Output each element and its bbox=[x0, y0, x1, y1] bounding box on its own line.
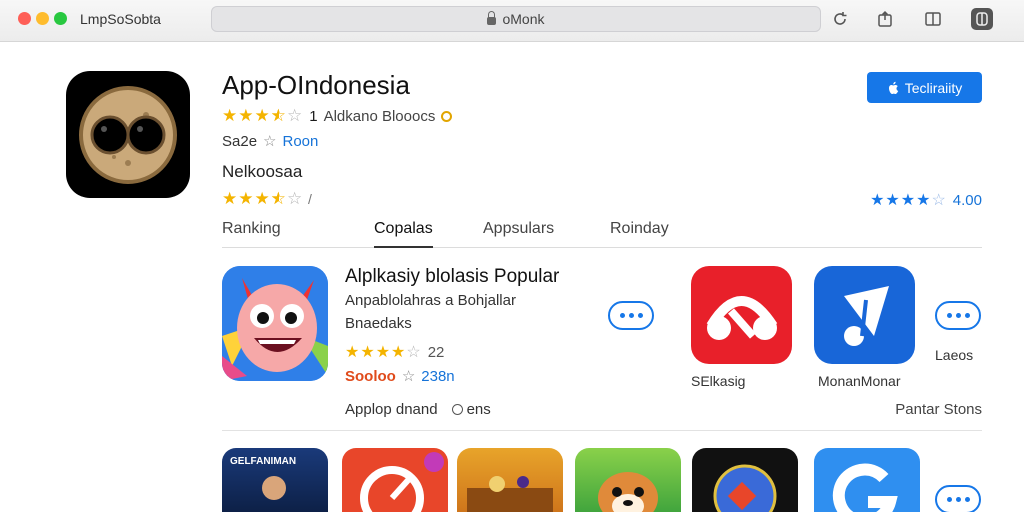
app-rating-row-2: ★★★☆★☆ / bbox=[222, 189, 312, 209]
featured-app-icon[interactable] bbox=[222, 266, 328, 381]
section-title: Alplkasiy blolasis Popular bbox=[345, 266, 560, 287]
gauge-icon bbox=[360, 452, 444, 512]
owl-face-icon bbox=[79, 86, 177, 184]
bottom-mid-text: ens bbox=[466, 401, 491, 418]
see-all-link[interactable]: Pantar Stons bbox=[895, 401, 982, 418]
star-outline-icon: ☆ bbox=[401, 368, 416, 385]
person-icon bbox=[262, 476, 286, 500]
tab-roinday[interactable]: Roinday bbox=[610, 220, 669, 246]
bottom-left-link[interactable]: Applop dnand bbox=[345, 401, 438, 418]
lock-icon bbox=[487, 11, 497, 25]
address-text: oMonk bbox=[502, 11, 545, 27]
section-subtitle-2: Bnaedaks bbox=[345, 315, 412, 332]
tab-copalas[interactable]: Copalas bbox=[374, 220, 433, 248]
reload-button[interactable] bbox=[829, 8, 851, 30]
rating-suffix: / bbox=[307, 191, 312, 207]
share-icon bbox=[878, 10, 892, 27]
address-bar[interactable]: oMonk bbox=[211, 6, 821, 32]
section-subtitle: Anpablolahras a Bohjallar bbox=[345, 292, 516, 309]
featured-price-blue: 238n bbox=[421, 367, 455, 385]
lower-app-tile-3[interactable] bbox=[457, 448, 563, 512]
section-divider bbox=[222, 430, 982, 431]
price-text: Sa2e bbox=[222, 132, 258, 150]
lower-app-tile-6[interactable] bbox=[814, 448, 920, 512]
window-titlebar: LmpSoSobta oMonk bbox=[0, 0, 1024, 42]
get-button-label: Tecliraiity bbox=[904, 79, 963, 96]
category-tabs: Ranking Copalas Appsulars Roinday bbox=[222, 216, 982, 248]
window-title: LmpSoSobta bbox=[80, 11, 161, 27]
apple-icon bbox=[888, 81, 898, 94]
more-options-button-2[interactable] bbox=[935, 301, 981, 330]
secondary-value[interactable]: Roon bbox=[283, 133, 319, 150]
tab-appsulars[interactable]: Appsulars bbox=[483, 220, 554, 246]
headphones-icon bbox=[706, 296, 778, 340]
minimize-window-button[interactable] bbox=[36, 12, 49, 25]
tabs-button[interactable] bbox=[971, 8, 993, 30]
sidebar-button[interactable] bbox=[922, 8, 944, 30]
dog-icon bbox=[598, 472, 658, 512]
globe-icon bbox=[713, 464, 777, 512]
star-outline-icon: ☆ bbox=[263, 133, 277, 150]
developer-name[interactable]: Aldkano Blooocs bbox=[324, 108, 436, 125]
tile-label-2: MonanMonar bbox=[818, 373, 901, 389]
featured-rating-count: 22 bbox=[427, 343, 445, 361]
featured-bottom-row: Applop dnand ens bbox=[345, 401, 491, 418]
rating-stars: ★★★☆★☆ bbox=[222, 106, 304, 125]
get-app-button[interactable]: Tecliraiity bbox=[867, 72, 982, 103]
tab-ranking[interactable]: Ranking bbox=[222, 220, 281, 246]
app-tile-1[interactable] bbox=[691, 266, 792, 364]
more-options-button-3[interactable] bbox=[935, 485, 981, 512]
featured-rating: ★★★★☆ 22 bbox=[345, 342, 444, 362]
coin-icon bbox=[441, 110, 453, 122]
rating-count: 1 bbox=[309, 107, 318, 125]
lower-app-tile-1[interactable]: GELFANIMAN bbox=[222, 448, 328, 512]
more-dots-icon bbox=[619, 313, 625, 318]
rating-value: 4.00 bbox=[952, 191, 982, 209]
app-title: App-OIndonesia bbox=[222, 70, 410, 100]
app-price-row: Sa2e ☆ Roon bbox=[222, 132, 319, 151]
ring-icon bbox=[451, 404, 463, 415]
right-rating: ★★★★☆ 4.00 bbox=[870, 190, 982, 210]
app-icon bbox=[66, 71, 190, 198]
featured-price-red: Sooloo bbox=[345, 367, 396, 385]
letter-g-icon bbox=[832, 463, 898, 512]
lower-app-tile-5[interactable] bbox=[692, 448, 798, 512]
tile-label-3: Laeos bbox=[935, 347, 974, 363]
lower-app-tile-4[interactable] bbox=[575, 448, 681, 512]
rating-stars-featured: ★★★★☆ bbox=[345, 344, 422, 361]
tabs-icon bbox=[976, 12, 988, 26]
app-rating-row: ★★★☆★☆ 1 Aldkano Blooocs bbox=[222, 106, 453, 126]
more-options-button[interactable] bbox=[608, 301, 654, 330]
rating-stars-2: ★★★☆★☆ bbox=[222, 189, 304, 208]
game-scene-icon bbox=[467, 476, 553, 512]
zoom-window-button[interactable] bbox=[54, 12, 67, 25]
cartoon-monster-icon bbox=[222, 266, 328, 381]
music-note-icon bbox=[844, 286, 889, 346]
lower-app-tile-2[interactable] bbox=[342, 448, 448, 512]
close-window-button[interactable] bbox=[18, 12, 31, 25]
reload-icon bbox=[834, 12, 847, 25]
app-subtitle: Nelkoosaa bbox=[222, 162, 303, 181]
featured-price: Sooloo ☆ 238n bbox=[345, 367, 455, 386]
sidebar-icon bbox=[925, 12, 941, 26]
app-tile-2[interactable] bbox=[814, 266, 915, 364]
tile-label-1: SElkasig bbox=[691, 373, 746, 389]
rating-stars-blue: ★★★★☆ bbox=[870, 192, 947, 209]
share-button[interactable] bbox=[874, 8, 896, 30]
